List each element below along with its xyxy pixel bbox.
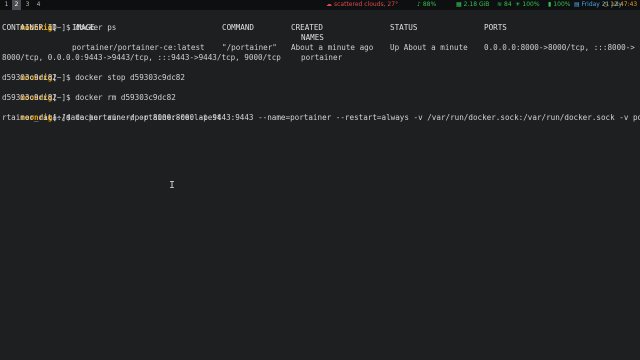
weather-widget[interactable]: ☁ scattered clouds, 27°: [326, 0, 398, 10]
workspace-1-button[interactable]: 1: [2, 0, 11, 10]
wifi-text: 84: [504, 1, 512, 8]
row-image: portainer/portainer-ce:latest: [72, 43, 205, 52]
header-image: IMAGE: [72, 23, 95, 32]
battery-widget[interactable]: ▮ 100%: [548, 0, 570, 10]
row-created: About a minute ago: [291, 43, 374, 52]
brightness-text: 100%: [522, 1, 540, 8]
terminal-window[interactable]: moonrig[~]$ docker ps CONTAINER ID IMAGE…: [0, 11, 640, 360]
header-command: COMMAND: [222, 23, 255, 32]
workspace-3-button[interactable]: 3: [23, 0, 32, 10]
header-status: STATUS: [390, 23, 418, 32]
clock-text: 12:47:43: [610, 1, 638, 8]
volume-text: 88%: [422, 1, 437, 8]
command-line-stop: moonrig[~]$ docker stop d59303c9dc82: [2, 63, 185, 82]
output-stop: d59303c9dc82: [2, 73, 57, 82]
row-command: "/portainer": [222, 43, 277, 52]
workspace-4-button[interactable]: 4: [34, 0, 43, 10]
battery-text: 100%: [553, 1, 571, 8]
memory-icon: ▦: [456, 1, 462, 8]
text-cursor-ibeam-icon: I: [169, 180, 176, 191]
volume-icon: ♪: [417, 1, 421, 8]
wifi-widget[interactable]: ≋ 84: [497, 0, 512, 10]
brightness-widget[interactable]: ☀ 100%: [515, 0, 540, 10]
clock-widget[interactable]: ◷ 12:47:43: [603, 0, 637, 10]
header-created: CREATED: [291, 23, 324, 32]
row-ports: 0.0.0.0:8000->8000/tcp, :::8000->: [484, 43, 635, 52]
volume-widget[interactable]: ♪ 88%: [417, 0, 436, 10]
brightness-icon: ☀: [515, 1, 521, 8]
command-text: docker rm d59303c9dc82: [70, 93, 176, 103]
prompt-close: ]$: [61, 93, 71, 103]
command-line-run: moonrig[~]$ docker run -d -p 8000:8000 -…: [2, 103, 640, 122]
header-container-id: CONTAINER ID: [2, 23, 57, 32]
top-status-bar: 1 2 3 4 ☁ scattered clouds, 27° ♪ 88% ▦ 2.1…: [0, 0, 640, 10]
memory-text: 2.18 GiB: [463, 1, 490, 8]
clock-icon: ◷: [603, 1, 609, 8]
command-line-ps: moonrig[~]$ docker ps: [2, 13, 116, 32]
memory-widget[interactable]: ▦ 2.18 GiB: [456, 0, 489, 10]
wifi-icon: ≋: [497, 1, 503, 8]
header-ports: PORTS: [484, 23, 507, 32]
row-status: Up About a minute: [390, 43, 468, 52]
weather-text: scattered clouds, 27°: [334, 1, 399, 8]
row-names: portainer: [301, 53, 343, 62]
header-names: NAMES: [301, 33, 324, 42]
prompt-close: ]$: [61, 23, 71, 33]
calendar-icon: ▤: [574, 1, 580, 8]
row-ports-wrap: 8000/tcp, 0.0.0.0:9443->9443/tcp, :::944…: [2, 53, 281, 62]
command-run-wrap: rtainer_data:/data portainer/portainer-c…: [2, 113, 222, 122]
workspace-2-button[interactable]: 2: [12, 0, 21, 10]
output-rm: d59303c9dc82: [2, 93, 57, 102]
prompt-close: ]$: [61, 73, 71, 83]
command-text: docker stop d59303c9dc82: [70, 73, 185, 83]
command-line-rm: moonrig[~]$ docker rm d59303c9dc82: [2, 83, 175, 102]
battery-icon: ▮: [548, 1, 552, 8]
cloud-icon: ☁: [326, 1, 332, 8]
